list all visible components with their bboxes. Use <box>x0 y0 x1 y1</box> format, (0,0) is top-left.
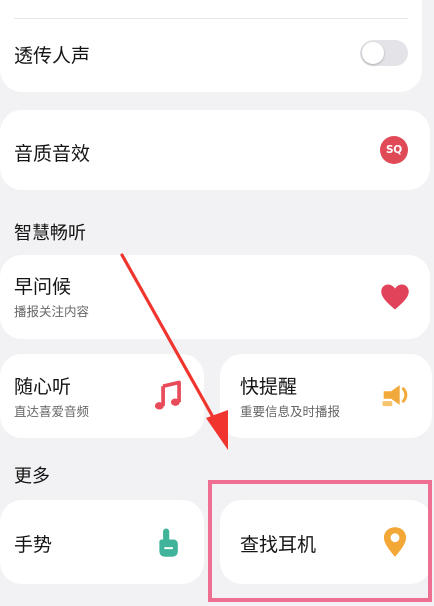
section-more: 更多 <box>14 466 50 487</box>
reminder-label: 快提醒 <box>240 376 298 398</box>
greeting-sub: 播报关注内容 <box>14 304 90 319</box>
sound-quality-card[interactable]: 音质音效 SQ <box>0 110 430 190</box>
transparency-label: 透传人声 <box>14 45 91 67</box>
hand-gesture-icon <box>159 528 178 557</box>
listen-sub: 直达喜爱音频 <box>14 404 90 419</box>
sound-quality-label: 音质音效 <box>14 143 91 165</box>
gesture-card[interactable]: 手势 <box>0 500 204 584</box>
section-smart-listening: 智慧畅听 <box>14 223 86 244</box>
top-card: 透传人声 <box>0 0 422 92</box>
divider <box>14 18 408 19</box>
listen-card[interactable]: 随心听 直达喜爱音频 <box>0 354 204 438</box>
toggle-knob <box>362 42 384 64</box>
listen-label: 随心听 <box>14 376 72 398</box>
gesture-label: 手势 <box>14 534 53 556</box>
location-pin-icon <box>383 527 407 557</box>
transparency-toggle[interactable] <box>360 40 408 66</box>
speaker-icon <box>382 385 408 407</box>
reminder-card[interactable]: 快提醒 重要信息及时播报 <box>220 354 432 438</box>
greeting-card[interactable]: 早问候 播报关注内容 <box>0 255 430 339</box>
greeting-label: 早问候 <box>14 276 72 298</box>
sq-badge-icon: SQ <box>380 136 408 164</box>
heart-icon <box>381 284 409 310</box>
find-earphones-label: 查找耳机 <box>240 534 317 556</box>
reminder-sub: 重要信息及时播报 <box>240 404 341 419</box>
music-note-icon <box>154 380 181 410</box>
find-earphones-card[interactable]: 查找耳机 <box>220 500 432 584</box>
